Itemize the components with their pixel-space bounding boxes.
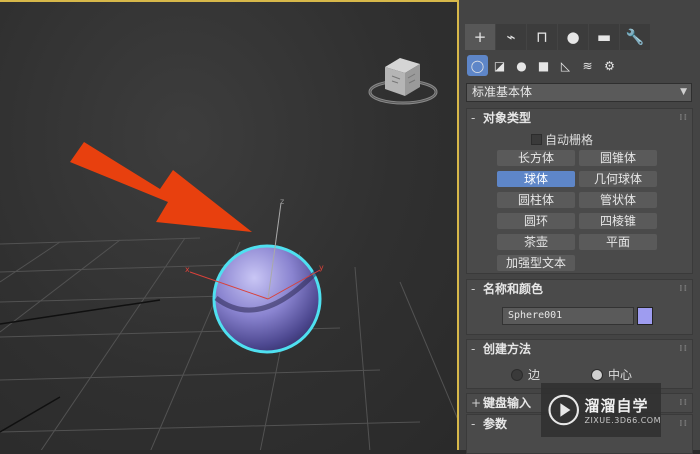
- modify-icon: ⌁: [506, 28, 516, 46]
- shapes-category[interactable]: ◪: [489, 55, 510, 76]
- spacewarps-icon: ≋: [582, 58, 593, 73]
- box-button[interactable]: 长方体: [497, 150, 575, 166]
- rollout-grip-icon: ⁞⁞: [679, 344, 688, 354]
- rollout-grip-icon: ⁞⁞: [679, 419, 688, 429]
- watermark-title: 溜溜自学: [584, 397, 649, 415]
- pyramid-button[interactable]: 四棱锥: [579, 213, 657, 229]
- cameras-category[interactable]: ■: [533, 55, 554, 76]
- create-icon: +: [473, 28, 487, 46]
- plane-button[interactable]: 平面: [579, 234, 657, 250]
- lights-icon: ●: [516, 58, 527, 73]
- helpers-icon: ◺: [560, 58, 571, 73]
- rollout-title: 创建方法: [483, 342, 532, 356]
- rollout-title: 名称和颜色: [483, 282, 544, 296]
- creation-method-rollout: - 创建方法 ⁞⁞ 边 中心: [466, 339, 693, 389]
- geometry-category[interactable]: ◯: [467, 55, 488, 76]
- create-categories: ◯ ◪ ● ■ ◺ ≋ ⚙: [467, 55, 621, 76]
- motion-tab[interactable]: ●: [558, 24, 588, 50]
- utilities-tab[interactable]: 🔧: [620, 24, 650, 50]
- rollout-grip-icon: ⁞⁞: [679, 113, 688, 123]
- rollout-grip-icon: ⁞⁞: [679, 284, 688, 294]
- helpers-category[interactable]: ◺: [555, 55, 576, 76]
- display-tab[interactable]: ▬: [589, 24, 619, 50]
- geometry-icon: ◯: [470, 58, 485, 73]
- z-axis-label: z: [280, 197, 284, 206]
- tube-button[interactable]: 管状体: [579, 192, 657, 208]
- rollout-title: 键盘输入: [483, 396, 532, 410]
- object-color-swatch[interactable]: [637, 307, 653, 325]
- collapse-sign: -: [471, 417, 476, 431]
- modify-tab[interactable]: ⌁: [496, 24, 526, 50]
- hierarchy-tab[interactable]: ⊓: [527, 24, 557, 50]
- edge-label: 边: [528, 368, 541, 382]
- autogrid-checkbox[interactable]: 自动栅格: [531, 131, 593, 148]
- object-type-rollout: - 对象类型 ⁞⁞ 自动栅格 长方体 圆锥体 球体 几何球体 圆柱体 管状体 圆环…: [466, 108, 693, 274]
- checkbox-box: [531, 134, 542, 145]
- lights-category[interactable]: ●: [511, 55, 532, 76]
- object-name-field[interactable]: Sphere001: [502, 307, 634, 325]
- rollout-title: 对象类型: [483, 111, 532, 125]
- textplus-button[interactable]: 加强型文本: [497, 255, 575, 271]
- perspective-viewport[interactable]: z x y: [0, 0, 459, 450]
- cameras-icon: ■: [537, 58, 550, 73]
- collapse-sign: -: [471, 342, 476, 356]
- creation-method-header[interactable]: - 创建方法 ⁞⁞: [467, 340, 692, 358]
- utilities-icon: 🔧: [625, 28, 645, 46]
- collapse-sign: -: [471, 282, 476, 296]
- y-axis-label: y: [319, 263, 324, 272]
- expand-sign: +: [471, 396, 482, 410]
- viewcube-icon: [368, 58, 438, 105]
- name-and-color-header[interactable]: - 名称和颜色 ⁞⁞: [467, 280, 692, 298]
- systems-category[interactable]: ⚙: [599, 55, 620, 76]
- chevron-down-icon: ▼: [680, 87, 687, 97]
- command-panel-tabs: + ⌁ ⊓ ● ▬ 🔧: [465, 24, 651, 50]
- cone-button[interactable]: 圆锥体: [579, 150, 657, 166]
- systems-icon: ⚙: [604, 58, 615, 73]
- play-logo-icon: [548, 394, 580, 426]
- geosphere-button[interactable]: 几何球体: [579, 171, 657, 187]
- sphere-button[interactable]: 球体: [497, 171, 575, 187]
- edge-radio[interactable]: 边: [511, 366, 540, 383]
- torus-button[interactable]: 圆环: [497, 213, 575, 229]
- motion-icon: ●: [566, 28, 580, 46]
- shapes-icon: ◪: [493, 58, 506, 73]
- object-type-header[interactable]: - 对象类型 ⁞⁞: [467, 109, 692, 127]
- annotation-arrow: [70, 142, 252, 232]
- site-watermark: 溜溜自学 ZIXUE.3D66.COM: [541, 383, 661, 437]
- cylinder-button[interactable]: 圆柱体: [497, 192, 575, 208]
- dropdown-value: 标准基本体: [472, 85, 533, 99]
- rollout-title: 参数: [483, 417, 508, 431]
- display-icon: ▬: [596, 28, 612, 46]
- x-axis-label: x: [185, 265, 190, 274]
- create-tab[interactable]: +: [465, 24, 495, 50]
- primitive-type-dropdown[interactable]: 标准基本体 ▼: [466, 83, 692, 102]
- teapot-button[interactable]: 茶壶: [497, 234, 575, 250]
- name-and-color-rollout: - 名称和颜色 ⁞⁞ Sphere001: [466, 279, 693, 335]
- center-label: 中心: [608, 368, 633, 382]
- grid-center-lines: [0, 299, 161, 433]
- radio-dot: [511, 368, 523, 381]
- collapse-sign: -: [471, 111, 476, 125]
- center-radio[interactable]: 中心: [591, 366, 632, 383]
- radio-dot: [591, 368, 603, 381]
- viewport-scene: z x y: [0, 58, 459, 450]
- watermark-subtitle: ZIXUE.3D66.COM: [584, 416, 661, 425]
- autogrid-label: 自动栅格: [545, 133, 594, 147]
- rollout-grip-icon: ⁞⁞: [679, 398, 688, 408]
- hierarchy-icon: ⊓: [536, 28, 548, 46]
- spacewarps-category[interactable]: ≋: [577, 55, 598, 76]
